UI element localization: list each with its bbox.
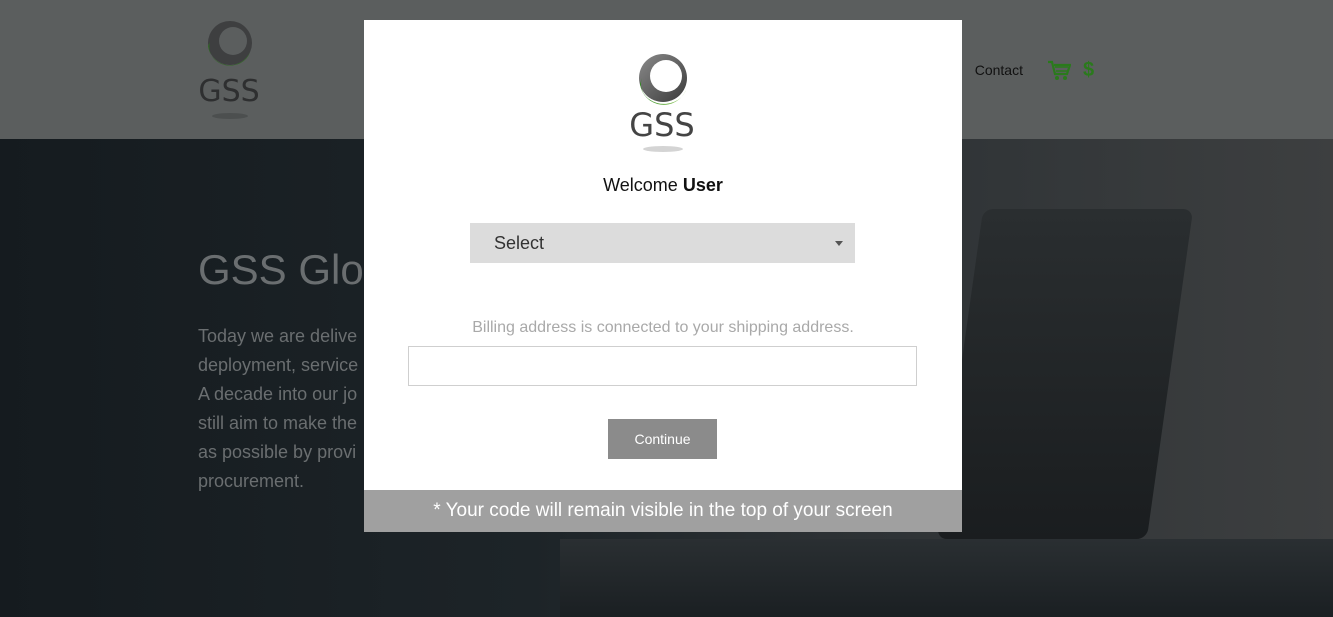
cart-icon[interactable] [1047,59,1071,81]
main-nav: t ⌄ Contact $ [940,58,1094,82]
account-select[interactable]: Select [470,223,855,263]
gss-logo[interactable]: GSS [196,16,264,120]
billing-note: Billing address is connected to your shi… [472,319,854,336]
modal-footer-note: * Your code will remain visible in the t… [364,490,962,532]
address-field[interactable] [408,346,917,386]
hero-body-line: deployment, service [198,355,359,375]
hero-body-line: still aim to make the [198,413,358,433]
nav-item-contact[interactable]: Contact [975,62,1023,78]
select-value: Select [494,232,545,253]
laptop-image [936,209,1194,539]
hero-body: Today we are delive deployment, service … [198,322,358,496]
continue-button[interactable]: Continue [608,419,717,459]
welcome-prefix: Welcome [603,175,678,195]
welcome-user-name: User [682,175,723,195]
hero-body-line: Today we are delive [198,326,358,346]
welcome-text: Welcome User [364,175,962,196]
hero-title: GSS Glob [198,246,388,293]
header-logo-text: GSS [198,74,259,109]
hero-body-line: procurement. [198,471,305,491]
hero-body-line: as possible by provi [198,442,357,462]
gss-logo: GSS [629,54,695,152]
desk-image [560,539,1333,617]
currency-icon[interactable]: $ [1083,59,1094,82]
welcome-modal: GSS Welcome User Select Billing address … [364,20,962,532]
caret-down-icon [835,241,843,246]
modal-logo-text: GSS [629,106,694,144]
hero-body-line: A decade into our jo [198,384,358,404]
